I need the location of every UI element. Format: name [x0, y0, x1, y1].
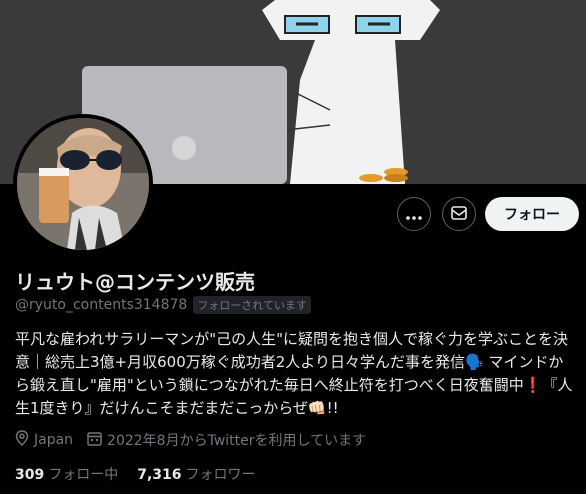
profile-bio: 平凡な雇われサラリーマンが"己の人生"に疑問を抱き個人で稼ぐ力を学ぶことを決意｜…	[15, 330, 573, 417]
followers-link[interactable]: 7,316 フォロワー	[137, 464, 255, 484]
more-icon	[406, 205, 422, 224]
handle-row: @ryuto_contents314878 フォローされています	[15, 296, 311, 314]
profile-handle: @ryuto_contents314878	[15, 297, 188, 313]
follow-button[interactable]: フォロー	[485, 197, 579, 231]
join-date: 2022年8月からTwitterを利用しています	[87, 430, 366, 450]
join-date-text: 2022年8月からTwitterを利用しています	[107, 433, 367, 449]
followers-count: 7,316	[137, 467, 182, 483]
more-button[interactable]	[397, 197, 431, 231]
display-name: リュウト@コンテンツ販売	[15, 270, 255, 294]
followers-label: フォロワー	[185, 467, 256, 483]
location: Japan	[15, 430, 73, 450]
calendar-icon	[87, 431, 107, 450]
profile-avatar[interactable]	[13, 114, 153, 254]
location-text: Japan	[34, 432, 74, 448]
message-button[interactable]	[442, 197, 476, 231]
mail-icon	[451, 205, 467, 224]
follow-stats: 309 フォロー中 7,316 フォロワー	[15, 464, 275, 484]
follows-you-badge: フォローされています	[193, 296, 311, 314]
following-count: 309	[15, 467, 45, 483]
following-label: フォロー中	[48, 467, 119, 483]
profile-meta: Japan 2022年8月からTwitterを利用しています	[15, 430, 380, 450]
location-icon	[15, 430, 34, 450]
following-link[interactable]: 309 フォロー中	[15, 464, 118, 484]
